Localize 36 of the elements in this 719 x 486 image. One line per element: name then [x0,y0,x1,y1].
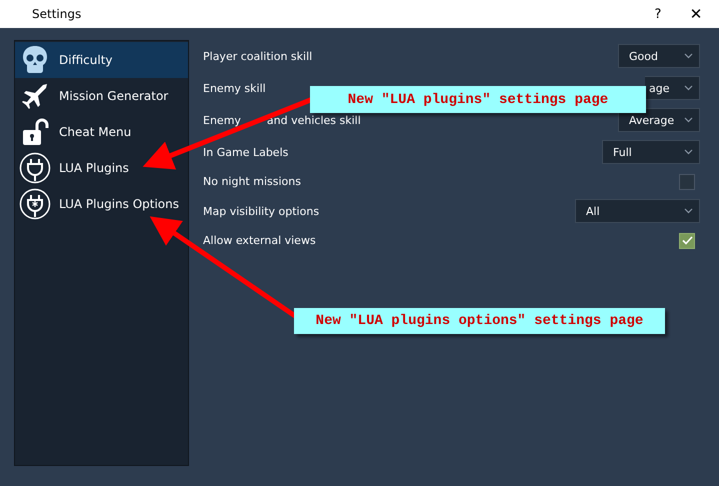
dropdown[interactable]: age [645,76,700,100]
option-label: Map visibility options [203,204,320,218]
sidebar-item[interactable]: Mission Generator [15,78,188,114]
chevron-icon [684,208,693,214]
dropdown[interactable]: Good [618,44,700,68]
chevron-icon [684,117,693,123]
option-label: Enemy [203,114,241,126]
close-button[interactable]: ✕ [673,5,719,23]
sidebar-item[interactable]: Cheat Menu [15,114,188,150]
plug-icon [19,188,51,220]
skull-icon [20,45,50,75]
window-title: Settings [32,7,82,21]
option-label: and vehicles skill [266,114,361,126]
chevron-icon [684,149,693,155]
sidebar-item[interactable]: Difficulty [15,42,188,78]
callout: New "LUA plugins" settings page [310,86,646,113]
unlocked-padlock-icon [20,117,50,147]
checkbox[interactable] [679,232,695,248]
checkbox[interactable] [679,174,695,190]
option-label: Enemy skill [203,82,266,94]
dropdown[interactable]: Average [618,108,700,132]
option-label: No night missions [203,175,301,188]
sidebar-item[interactable]: LUA Plugins Options [15,186,188,222]
dropdown[interactable]: Full [602,140,700,164]
option-label: Allow external views [203,234,316,247]
sidebar-item[interactable]: LUA Plugins [15,150,188,186]
jet-icon [20,81,50,111]
option-label: In Game Labels [203,146,288,158]
plug-icon [19,152,51,184]
option-label: Player coalition skill [203,50,312,62]
dropdown[interactable]: All [575,199,700,223]
callout: New "LUA plugins options" settings page [294,308,665,334]
checkmark-icon [682,236,692,245]
help-button[interactable]: ? [643,6,673,22]
chevron-icon [684,53,693,59]
chevron-icon [684,85,693,91]
